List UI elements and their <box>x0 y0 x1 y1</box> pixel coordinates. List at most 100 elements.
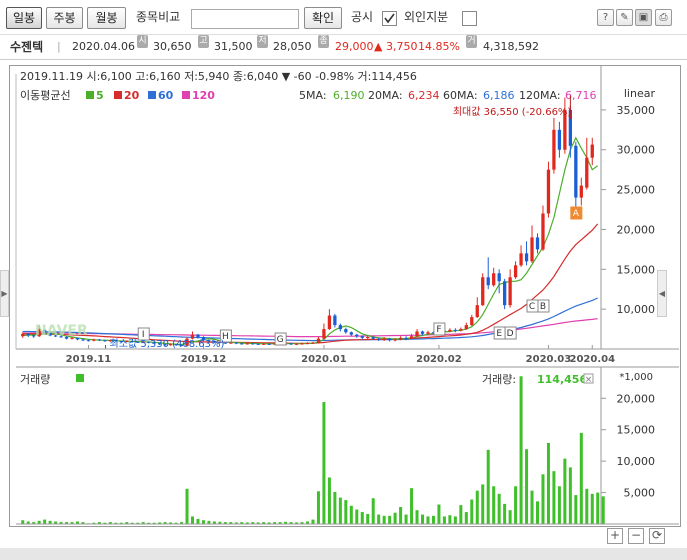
candle-body <box>541 213 545 250</box>
candle-body <box>535 237 540 250</box>
zoom-in-button[interactable]: + <box>607 528 623 544</box>
y-tick-label: 20,000 <box>617 223 656 236</box>
x-tick-label: 2020.04 <box>569 354 615 365</box>
volume-bar <box>535 501 540 524</box>
legend-label: 5 <box>96 89 104 102</box>
legend-title: 이동평균선 <box>20 89 71 102</box>
volume-bar <box>579 432 583 524</box>
candle-body <box>305 343 310 345</box>
scroll-right-handle[interactable]: ◀ <box>657 270 667 317</box>
volume-bar <box>486 449 490 524</box>
x-tick-label: 2020.02 <box>416 354 462 365</box>
volume-bar <box>448 515 452 524</box>
candle-body <box>256 343 260 345</box>
candle-body <box>388 338 392 341</box>
event-marker-label: C <box>529 302 535 312</box>
volume-bar <box>530 490 534 524</box>
candle-body <box>453 329 457 331</box>
candle-body <box>579 185 583 198</box>
volume-bar <box>508 510 512 524</box>
event-marker-label: E <box>496 329 502 339</box>
candle-body <box>26 333 30 336</box>
candle-body <box>21 333 25 337</box>
volume-bar <box>519 376 523 524</box>
candle-body <box>508 277 512 306</box>
candle-body <box>382 338 386 340</box>
legend-label: 120 <box>192 89 215 102</box>
volume-title: 거래량 <box>20 373 50 386</box>
volume-bar <box>563 458 567 524</box>
legend-swatch <box>182 91 190 99</box>
ma-value: 6,186 <box>483 89 515 102</box>
volume-bar <box>371 498 375 524</box>
candle-body <box>503 281 507 306</box>
legend-label: 60 <box>158 89 174 102</box>
volume-bar <box>459 505 463 524</box>
candle-body <box>497 273 501 282</box>
candle-body <box>519 253 523 266</box>
candle-body <box>92 339 96 341</box>
volume-bar <box>546 442 550 524</box>
candle-body <box>464 325 468 330</box>
scroll-left-handle[interactable]: ▶ <box>0 270 9 317</box>
volume-bar <box>311 519 315 524</box>
volume-bar <box>590 493 594 524</box>
volume-bar <box>399 507 403 524</box>
volume-bar <box>360 512 364 524</box>
candle-body <box>316 338 321 343</box>
volume-y-tick-label: 15,000 <box>617 424 656 437</box>
candle-body <box>196 334 200 338</box>
volume-bar <box>333 491 337 524</box>
candle-body <box>398 337 403 340</box>
volume-bar <box>552 471 556 524</box>
naver-watermark: NAVER <box>35 323 88 339</box>
legend-swatch <box>114 91 122 99</box>
volume-bar <box>492 486 496 524</box>
volume-bar <box>514 486 518 524</box>
bottom-strip <box>0 548 687 560</box>
volume-bar <box>355 509 359 524</box>
reset-button[interactable]: ⟳ <box>649 528 665 544</box>
candle-body <box>327 315 332 330</box>
volume-bar <box>475 490 479 524</box>
candle-body <box>481 277 485 306</box>
candle-body <box>475 305 479 318</box>
max-annotation: 최대값 36,550 (-20.66%) <box>453 106 572 118</box>
candle-body <box>349 332 353 335</box>
candle-body <box>530 237 534 262</box>
zoom-out-button[interactable]: − <box>628 528 644 544</box>
ma-value: 6,190 <box>333 89 365 102</box>
volume-y-tick-label: 5,000 <box>624 487 656 500</box>
volume-bar <box>525 449 529 524</box>
candle-body <box>251 343 255 345</box>
volume-bar <box>481 484 485 524</box>
candle-body <box>344 329 348 333</box>
candle-body <box>103 340 107 342</box>
y-tick-label: 25,000 <box>617 184 656 197</box>
y-tick-label: 15,000 <box>617 263 656 276</box>
volume-bar <box>322 402 326 524</box>
volume-bar <box>43 519 47 524</box>
legend-label: 20 <box>124 89 140 102</box>
volume-bar <box>404 514 408 524</box>
volume-bar <box>338 497 342 524</box>
candle-body <box>513 265 518 278</box>
scale-label: linear <box>624 87 656 100</box>
candle-body <box>486 277 490 286</box>
candle-body <box>86 340 91 342</box>
candle-body <box>552 129 556 170</box>
event-marker-label: B <box>540 302 546 312</box>
ma-value-label: 5MA: <box>299 89 327 102</box>
candle-body <box>229 342 233 344</box>
ma-value: 6,716 <box>565 89 597 102</box>
volume-bar <box>316 491 320 524</box>
event-marker-label: D <box>507 329 514 339</box>
volume-bar <box>497 493 501 524</box>
candle-body <box>371 337 375 339</box>
volume-bar <box>344 500 348 524</box>
volume-bar <box>377 514 381 524</box>
volume-bar <box>366 513 370 524</box>
candle-body <box>470 317 474 326</box>
ma-value-label: 120MA: <box>519 89 561 102</box>
ma-value: 6,234 <box>408 89 440 102</box>
